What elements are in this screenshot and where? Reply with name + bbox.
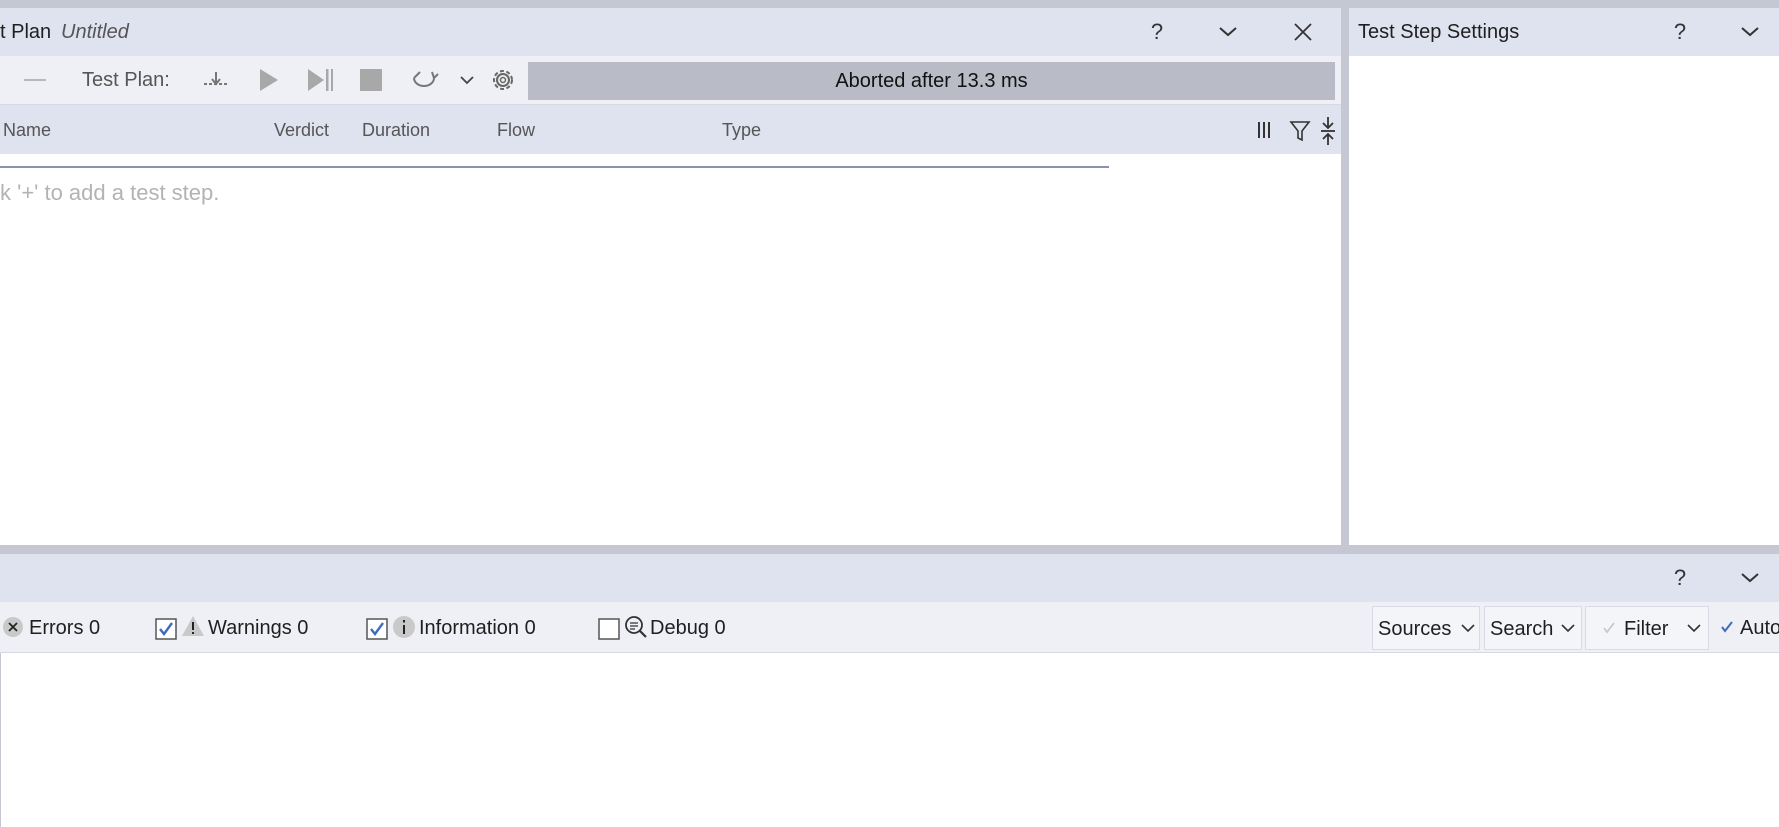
log-toolbar: Errors 0 Warnings 0 Information 0 Debug …	[0, 602, 1779, 653]
empty-hint: k '+' to add a test step.	[0, 180, 220, 205]
help-icon[interactable]: ?	[1142, 17, 1172, 47]
sources-label: Sources	[1378, 618, 1452, 640]
debug-checkbox[interactable]	[598, 618, 620, 640]
horizontal-splitter[interactable]	[0, 545, 1779, 554]
vertical-splitter[interactable]	[1341, 8, 1349, 545]
settings-panel: Test Step Settings ?	[1349, 8, 1779, 545]
chevron-down-icon	[1561, 623, 1575, 633]
insert-step-icon[interactable]	[202, 68, 230, 92]
remove-step-icon[interactable]	[24, 79, 46, 81]
play-icon[interactable]	[258, 67, 280, 93]
repeat-dropdown-icon[interactable]	[460, 75, 474, 85]
toolbar: Test Plan: Aborted after 13.3 ms	[0, 56, 1341, 105]
column-verdict[interactable]: Verdict	[274, 120, 329, 141]
filter-icon[interactable]	[1289, 120, 1311, 142]
column-flow[interactable]: Flow	[497, 120, 535, 141]
information-checkbox[interactable]	[366, 618, 388, 640]
warning-icon	[181, 615, 205, 637]
check-icon	[1602, 621, 1616, 635]
chevron-down-icon[interactable]	[1213, 17, 1243, 47]
grid-body[interactable]: k '+' to add a test step.	[0, 168, 1341, 545]
warnings-filter[interactable]: Warnings 0	[208, 617, 308, 640]
help-icon[interactable]: ?	[1665, 563, 1695, 593]
log-header: ?	[0, 554, 1779, 602]
log-panel: ? Errors 0 Warnings 0 Information 0 Debu…	[0, 554, 1779, 827]
close-icon[interactable]	[1288, 17, 1318, 47]
test-plan-panel: t Plan Untitled ? Test Plan: Aborted aft…	[0, 8, 1341, 545]
log-body[interactable]	[0, 653, 1779, 827]
step-forward-icon[interactable]	[306, 67, 334, 93]
settings-title: Test Step Settings	[1358, 21, 1520, 43]
collapse-icon[interactable]	[1320, 116, 1336, 146]
column-duration[interactable]: Duration	[362, 120, 430, 141]
error-icon	[2, 616, 24, 638]
search-label: Search	[1490, 618, 1554, 640]
test-plan-label: Test Plan:	[82, 69, 170, 91]
panel-subtitle: Untitled	[61, 21, 129, 43]
chevron-down-icon[interactable]	[1735, 563, 1765, 593]
test-plan-header: t Plan Untitled ?	[0, 8, 1341, 56]
status-bar: Aborted after 13.3 ms	[528, 62, 1335, 100]
auto-label: Auto	[1740, 617, 1779, 639]
filter-label: Filter	[1624, 618, 1669, 640]
debug-icon	[624, 615, 648, 639]
filter-button[interactable]: Filter	[1585, 606, 1709, 650]
chevron-down-icon[interactable]	[1735, 17, 1765, 47]
status-text: Aborted after 13.3 ms	[835, 69, 1028, 92]
repeat-icon[interactable]	[408, 66, 440, 94]
help-icon[interactable]: ?	[1665, 17, 1695, 47]
chevron-down-icon	[1687, 623, 1701, 633]
info-icon	[392, 615, 416, 639]
auto-scroll-toggle[interactable]: Auto	[1712, 606, 1779, 648]
grid-header: Name Verdict Duration Flow Type	[0, 105, 1341, 154]
panel-title: t Plan	[0, 21, 52, 43]
information-filter[interactable]: Information 0	[419, 617, 536, 640]
settings-header: Test Step Settings ?	[1349, 8, 1779, 56]
check-icon	[1720, 620, 1734, 634]
column-name[interactable]: Name	[3, 120, 51, 141]
sources-button[interactable]: Sources	[1372, 606, 1480, 650]
gear-icon[interactable]	[489, 66, 517, 94]
debug-filter[interactable]: Debug 0	[650, 617, 726, 640]
errors-filter[interactable]: Errors 0	[29, 617, 100, 640]
columns-icon[interactable]	[1256, 121, 1272, 139]
stop-icon[interactable]	[360, 69, 382, 91]
column-type[interactable]: Type	[722, 120, 761, 141]
search-button[interactable]: Search	[1484, 606, 1582, 650]
warnings-checkbox[interactable]	[155, 618, 177, 640]
chevron-down-icon	[1461, 623, 1475, 633]
